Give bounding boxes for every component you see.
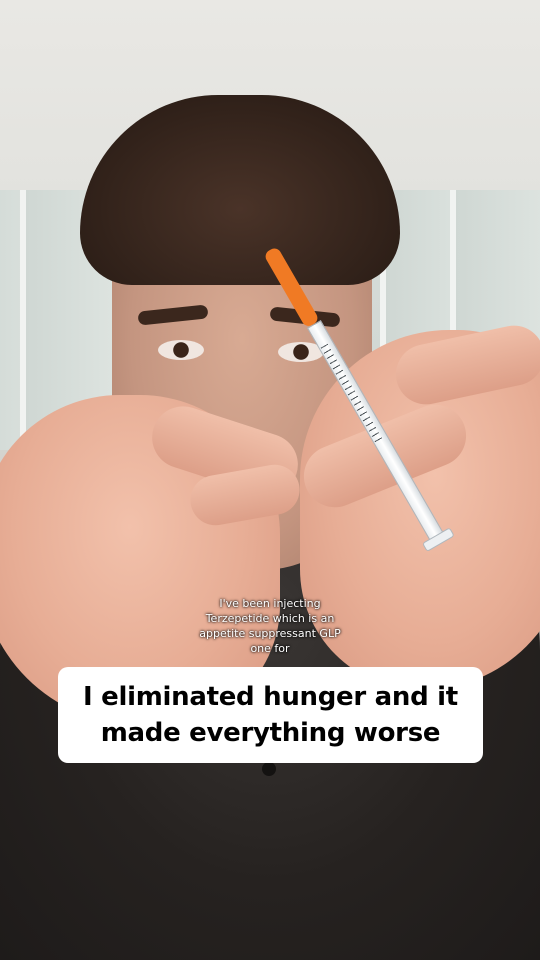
auto-caption: I've been injecting Terzepetide which is… <box>170 596 370 656</box>
headline-line: I eliminated hunger and it <box>83 682 458 712</box>
headline-overlay: I eliminated hunger and it made everythi… <box>58 667 483 763</box>
caption-line: one for <box>250 642 290 655</box>
headline-line: made everything worse <box>100 718 441 748</box>
caption-line: appetite suppressant GLP <box>199 627 341 640</box>
caption-line: Terzepetide which is an <box>205 612 335 625</box>
caption-line: I've been injecting <box>219 597 321 610</box>
person-hair <box>80 95 400 285</box>
video-frame[interactable] <box>0 0 540 960</box>
headline-text: I eliminated hunger and it made everythi… <box>83 679 458 751</box>
left-eye <box>158 340 204 360</box>
shirt-button <box>262 762 276 776</box>
